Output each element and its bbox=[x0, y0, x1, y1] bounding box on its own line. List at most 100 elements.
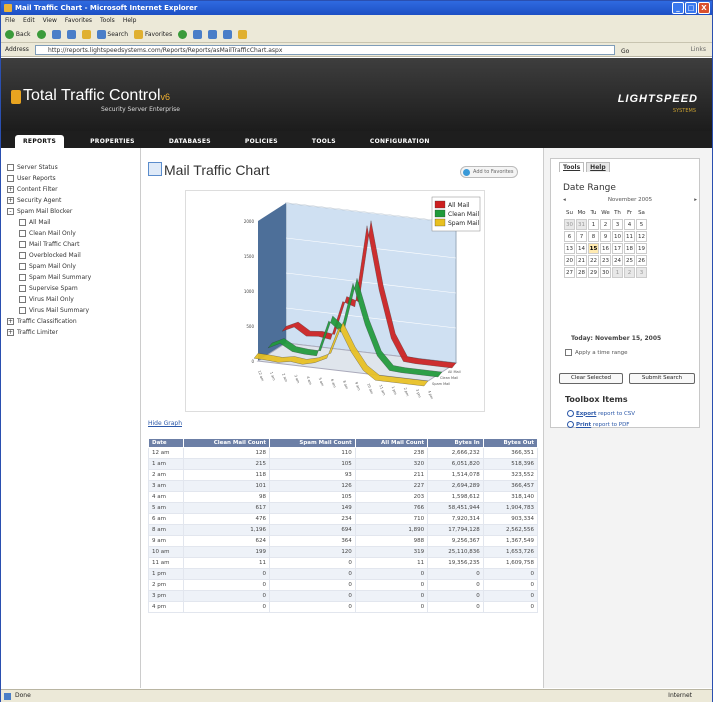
favorites-button[interactable]: Favorites bbox=[134, 30, 172, 39]
links-button[interactable]: Links bbox=[691, 43, 706, 57]
home-icon[interactable] bbox=[81, 30, 91, 39]
calendar-day[interactable]: 21 bbox=[576, 255, 587, 266]
calendar-day[interactable]: 9 bbox=[600, 231, 611, 242]
calendar-day[interactable]: 29 bbox=[588, 267, 599, 278]
calendar-day[interactable]: 30 bbox=[564, 219, 575, 230]
calendar-day[interactable]: 2 bbox=[624, 267, 635, 278]
sidebar-item[interactable]: + Security Agent bbox=[7, 195, 140, 206]
x-tick-label: 2 pm bbox=[403, 387, 410, 397]
media-icon[interactable] bbox=[178, 30, 188, 39]
calendar-day[interactable]: 22 bbox=[588, 255, 599, 266]
calendar-day[interactable]: 11 bbox=[624, 231, 635, 242]
sidebar-item[interactable]: + Traffic Classification bbox=[7, 316, 140, 327]
tab-tools[interactable]: Tools bbox=[559, 162, 585, 172]
sidebar-item[interactable]: + Traffic Limiter bbox=[7, 327, 140, 338]
forward-icon[interactable] bbox=[36, 30, 46, 39]
calendar-day[interactable]: 7 bbox=[576, 231, 587, 242]
nav-configuration[interactable]: CONFIGURATION bbox=[362, 135, 438, 148]
history-icon[interactable] bbox=[193, 30, 203, 39]
sidebar-item[interactable]: Virus Mail Summary bbox=[7, 305, 140, 316]
mail-icon[interactable] bbox=[208, 30, 218, 39]
menu-file[interactable]: File bbox=[5, 15, 15, 27]
sidebar-item[interactable]: Server Status bbox=[7, 162, 140, 173]
calendar-day[interactable]: 16 bbox=[600, 243, 611, 254]
sidebar-item[interactable]: User Reports bbox=[7, 173, 140, 184]
column-header[interactable]: Date bbox=[147, 438, 185, 448]
hide-graph-link[interactable]: Hide Graph bbox=[148, 420, 182, 427]
sidebar-item[interactable]: Spam Mail Summary bbox=[7, 272, 140, 283]
calendar-day[interactable]: 3 bbox=[636, 267, 647, 278]
calendar-day[interactable]: 19 bbox=[636, 243, 647, 254]
tab-help[interactable]: Help bbox=[586, 162, 610, 172]
menu-help[interactable]: Help bbox=[123, 15, 137, 27]
sidebar-item[interactable]: Mail Traffic Chart bbox=[7, 239, 140, 250]
calendar-day[interactable]: 17 bbox=[612, 243, 623, 254]
go-button[interactable]: Go bbox=[621, 45, 629, 59]
calendar-day[interactable]: 3 bbox=[612, 219, 623, 230]
calendar-day[interactable]: 30 bbox=[600, 267, 611, 278]
menu-favorites[interactable]: Favorites bbox=[65, 15, 92, 27]
column-header[interactable]: Spam Mail Count bbox=[269, 438, 356, 448]
calendar-day[interactable]: 27 bbox=[564, 267, 575, 278]
prev-month-icon[interactable]: ◂ bbox=[563, 197, 566, 203]
calendar-day[interactable]: 18 bbox=[624, 243, 635, 254]
sidebar-item[interactable]: - Spam Mail Blocker bbox=[7, 206, 140, 217]
calendar-day[interactable]: 28 bbox=[576, 267, 587, 278]
nav-reports[interactable]: REPORTS bbox=[15, 135, 65, 148]
calendar-day[interactable]: 20 bbox=[564, 255, 575, 266]
minimize-button[interactable]: _ bbox=[672, 2, 684, 14]
column-header[interactable]: All Mail Count bbox=[354, 438, 429, 448]
calendar-day[interactable]: 1 bbox=[612, 267, 623, 278]
sidebar-item[interactable]: Virus Mail Only bbox=[7, 294, 140, 305]
calendar-day[interactable]: 23 bbox=[600, 255, 611, 266]
calendar-day[interactable]: 4 bbox=[624, 219, 635, 230]
print-icon[interactable] bbox=[223, 30, 233, 39]
apply-time-range[interactable]: Apply a time range bbox=[565, 349, 628, 356]
close-button[interactable]: X bbox=[698, 2, 710, 14]
maximize-button[interactable]: □ bbox=[685, 2, 697, 14]
calendar-day[interactable]: 24 bbox=[612, 255, 623, 266]
nav-databases[interactable]: DATABASES bbox=[161, 135, 219, 148]
nav-policies[interactable]: POLICIES bbox=[237, 135, 286, 148]
menu-view[interactable]: View bbox=[43, 15, 57, 27]
calendar-day[interactable]: 8 bbox=[588, 231, 599, 242]
calendar-day[interactable]: 5 bbox=[636, 219, 647, 230]
stop-icon[interactable] bbox=[51, 30, 61, 39]
search-button[interactable]: Search bbox=[96, 30, 128, 39]
calendar-day[interactable]: 26 bbox=[636, 255, 647, 266]
sidebar-item[interactable]: All Mail bbox=[7, 217, 140, 228]
refresh-icon[interactable] bbox=[66, 30, 76, 39]
calendar-day[interactable]: 10 bbox=[612, 231, 623, 242]
sidebar-item[interactable]: Overblocked Mail bbox=[7, 250, 140, 261]
calendar-day[interactable]: 6 bbox=[564, 231, 575, 242]
submit-search-button[interactable]: Submit Search bbox=[629, 373, 695, 384]
calendar-day[interactable]: 1 bbox=[588, 219, 599, 230]
back-button[interactable]: Back bbox=[5, 30, 31, 39]
calendar-day[interactable]: 2 bbox=[600, 219, 611, 230]
menu-tools[interactable]: Tools bbox=[100, 15, 115, 27]
nav-tools[interactable]: TOOLS bbox=[304, 135, 344, 148]
nav-properties[interactable]: PROPERTIES bbox=[82, 135, 143, 148]
sidebar-item[interactable]: Supervise Spam bbox=[7, 283, 140, 294]
calendar-day[interactable]: 15 bbox=[588, 243, 599, 254]
next-month-icon[interactable]: ▸ bbox=[694, 197, 697, 203]
menu-edit[interactable]: Edit bbox=[23, 15, 35, 27]
print-pdf-link[interactable]: Print report to PDF bbox=[567, 421, 629, 428]
apply-time-checkbox[interactable] bbox=[565, 349, 572, 356]
address-input[interactable]: http://reports.lightspeedsystems.com/Rep… bbox=[35, 45, 615, 55]
export-csv-link[interactable]: Export report to CSV bbox=[567, 410, 635, 417]
calendar-day[interactable]: 13 bbox=[564, 243, 575, 254]
sidebar-item[interactable]: Clean Mail Only bbox=[7, 228, 140, 239]
calendar-day[interactable]: 12 bbox=[636, 231, 647, 242]
calendar-day[interactable]: 25 bbox=[624, 255, 635, 266]
add-to-favorites-button[interactable]: Add to Favorites bbox=[460, 166, 519, 178]
clear-selected-button[interactable]: Clear Selected bbox=[559, 373, 623, 384]
calendar-day[interactable]: 31 bbox=[576, 219, 587, 230]
calendar-day[interactable]: 14 bbox=[576, 243, 587, 254]
sidebar-item[interactable]: Spam Mail Only bbox=[7, 261, 140, 272]
column-header[interactable]: Bytes Out bbox=[482, 438, 539, 448]
column-header[interactable]: Bytes In bbox=[427, 438, 484, 448]
folder-icon[interactable] bbox=[238, 30, 248, 39]
column-header[interactable]: Clean Mail Count bbox=[183, 438, 271, 448]
sidebar-item[interactable]: + Content Filter bbox=[7, 184, 140, 195]
